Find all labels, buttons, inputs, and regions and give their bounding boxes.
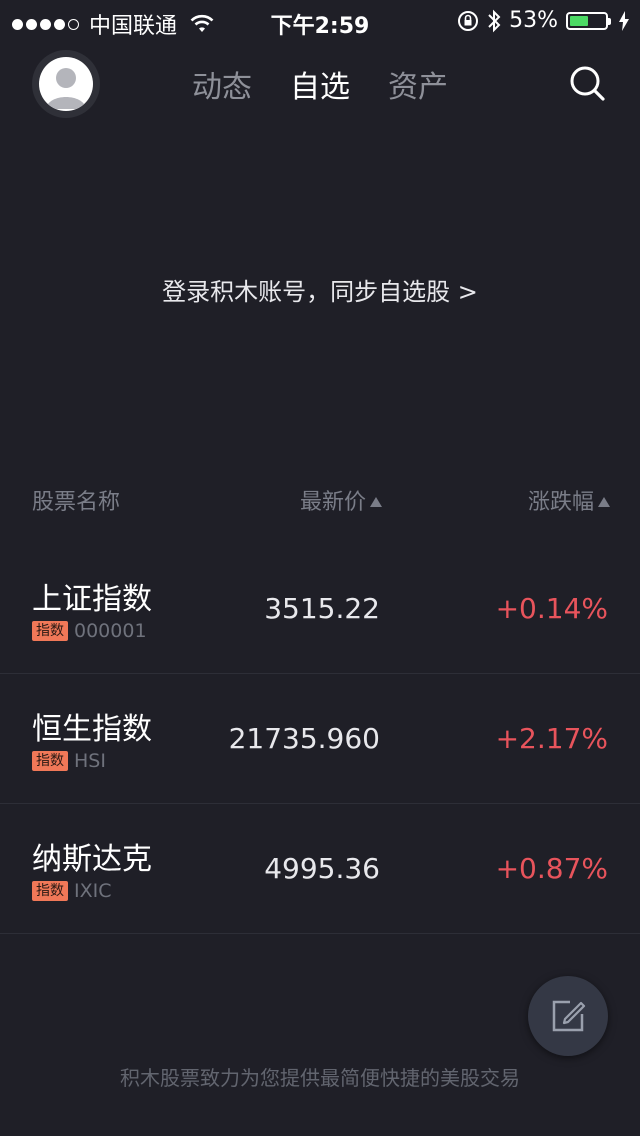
index-tag: 指数 [32, 881, 68, 901]
top-navigation: 动态 自选 资产 [0, 40, 640, 130]
stock-change: +0.14% [495, 592, 608, 625]
column-header-name: 股票名称 [32, 490, 121, 515]
bluetooth-icon [488, 9, 501, 32]
column-header-change-label: 涨跌幅 [527, 490, 594, 515]
tab-dynamics[interactable]: 动态 [192, 62, 252, 106]
stock-name: 恒生指数 [32, 712, 152, 747]
battery-percent: 53% [509, 8, 558, 33]
footer-slogan: 积木股票致力为您提供最简便快捷的美股交易 [120, 1066, 520, 1090]
stock-change: +0.87% [495, 852, 608, 885]
table-header: 股票名称 最新价 涨跌幅 [0, 484, 640, 518]
nav-tabs: 动态 自选 资产 [0, 62, 640, 106]
sort-arrow-icon [370, 497, 382, 507]
stock-watchlist-screen: 中国联通 下午2:59 53% 动态 自选 资产 登录积木账号，同步自选股 > … [0, 0, 640, 1136]
stock-change: +2.17% [495, 722, 608, 755]
rotation-lock-icon [458, 10, 479, 31]
column-header-price-label: 最新价 [299, 490, 366, 515]
stock-sub: 指数 IXIC [32, 880, 112, 902]
stock-list: 上证指数 指数 000001 3515.22 +0.14% 恒生指数 指数 HS… [0, 544, 640, 934]
stock-row[interactable]: 上证指数 指数 000001 3515.22 +0.14% [0, 544, 640, 674]
stock-row[interactable]: 纳斯达克 指数 IXIC 4995.36 +0.87% [0, 804, 640, 934]
sort-arrow-icon [598, 497, 610, 507]
stock-code: 000001 [74, 620, 147, 642]
edit-watchlist-button[interactable] [528, 976, 608, 1056]
stock-sub: 指数 HSI [32, 750, 106, 772]
stock-price: 3515.22 [264, 592, 380, 625]
stock-price: 21735.960 [228, 722, 380, 755]
column-header-price[interactable]: 最新价 [300, 484, 382, 516]
index-tag: 指数 [32, 621, 68, 641]
charging-bolt-icon [619, 10, 629, 31]
edit-icon [552, 1000, 586, 1032]
stock-name: 纳斯达克 [32, 842, 152, 877]
stock-sub: 指数 000001 [32, 620, 147, 642]
stock-row[interactable]: 恒生指数 指数 HSI 21735.960 +2.17% [0, 674, 640, 804]
tab-watchlist[interactable]: 自选 [290, 62, 350, 106]
battery-level [570, 15, 588, 26]
login-sync-link[interactable]: 登录积木账号，同步自选股 > [0, 272, 640, 307]
column-header-change[interactable]: 涨跌幅 [528, 484, 610, 516]
battery-icon [566, 11, 611, 30]
stock-price: 4995.36 [264, 852, 380, 885]
stock-code: HSI [74, 750, 106, 772]
status-bar: 中国联通 下午2:59 53% [0, 0, 640, 40]
stock-name: 上证指数 [32, 582, 152, 617]
tab-assets[interactable]: 资产 [388, 62, 448, 106]
index-tag: 指数 [32, 751, 68, 771]
status-right: 53% [457, 8, 630, 33]
search-icon [570, 66, 605, 101]
stock-code: IXIC [74, 880, 112, 902]
search-button[interactable] [568, 64, 608, 104]
